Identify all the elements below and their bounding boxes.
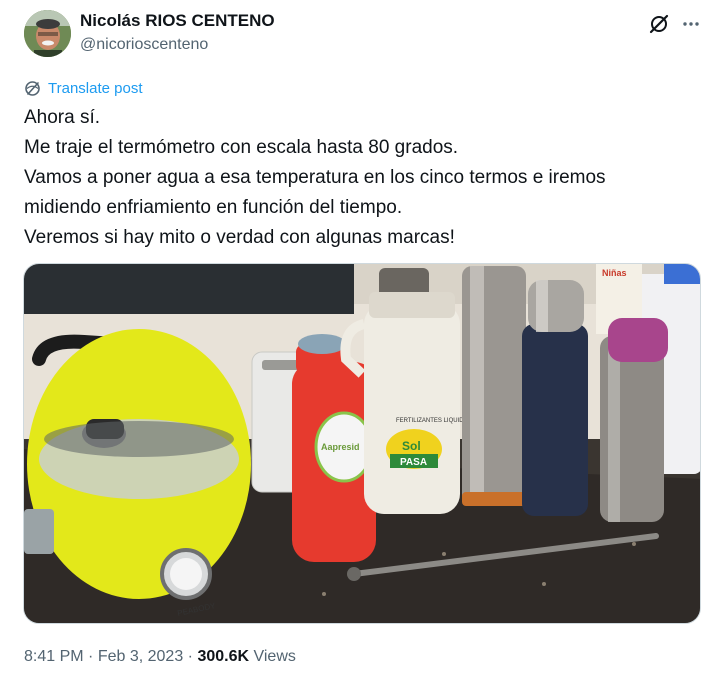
views-label: Views bbox=[249, 648, 296, 665]
views-count: 300.6K bbox=[197, 648, 250, 665]
tweet-text: Ahora sí. Me traje el termómetro con esc… bbox=[24, 103, 704, 253]
tweet-text-line: Ahora sí. bbox=[24, 107, 101, 128]
more-dots-icon bbox=[683, 22, 699, 26]
avatar-photo bbox=[24, 10, 71, 57]
post-date[interactable]: Feb 3, 2023 bbox=[98, 648, 183, 665]
thermos-white bbox=[364, 304, 460, 514]
tweet: Nicolás RIOS CENTENO @nicorioscenteno Tr… bbox=[0, 0, 721, 688]
tweet-text-line: Veremos si hay mito o verdad con algunas… bbox=[24, 227, 455, 248]
carton-label: Niñas bbox=[602, 268, 627, 278]
globe-translate-icon bbox=[25, 81, 40, 96]
tweet-text-line: Me traje el termómetro con escala hasta … bbox=[24, 137, 459, 158]
bottle-label: FERTILIZANTES LIQUIDOS bbox=[396, 418, 472, 424]
tweet-photo[interactable]: Niñas PEABODY Aapresid FERTILIZANTES LIQ… bbox=[23, 263, 701, 624]
author-handle[interactable]: @nicorioscenteno bbox=[80, 36, 208, 54]
grok-button[interactable] bbox=[646, 11, 672, 37]
tweet-meta: 8:41 PM · Feb 3, 2023 · 300.6K Views bbox=[24, 648, 296, 666]
avatar[interactable] bbox=[24, 10, 71, 57]
sticker-brand: Aapresid bbox=[321, 442, 360, 452]
tweet-text-line: Vamos a poner agua a esa temperatura en … bbox=[24, 167, 606, 188]
more-options-button[interactable] bbox=[678, 11, 704, 37]
tweet-text-line: midiendo enfriamiento en función del tie… bbox=[24, 197, 403, 218]
kettle-spout bbox=[24, 509, 54, 554]
thermos-navy bbox=[522, 324, 588, 516]
author-name[interactable]: Nicolás RIOS CENTENO bbox=[80, 11, 275, 31]
translate-label: Translate post bbox=[48, 80, 143, 97]
logo-bottom: PASA bbox=[400, 457, 427, 468]
meta-separator: · bbox=[183, 648, 198, 665]
grok-slash-icon bbox=[649, 14, 669, 34]
translate-post-link[interactable]: Translate post bbox=[24, 80, 143, 97]
post-time[interactable]: 8:41 PM bbox=[24, 648, 84, 665]
logo-top: Sol bbox=[402, 439, 421, 453]
meta-separator: · bbox=[83, 648, 98, 665]
photo-scene: Niñas PEABODY Aapresid FERTILIZANTES LIQ… bbox=[24, 264, 700, 623]
upper-cabinet bbox=[24, 264, 354, 314]
